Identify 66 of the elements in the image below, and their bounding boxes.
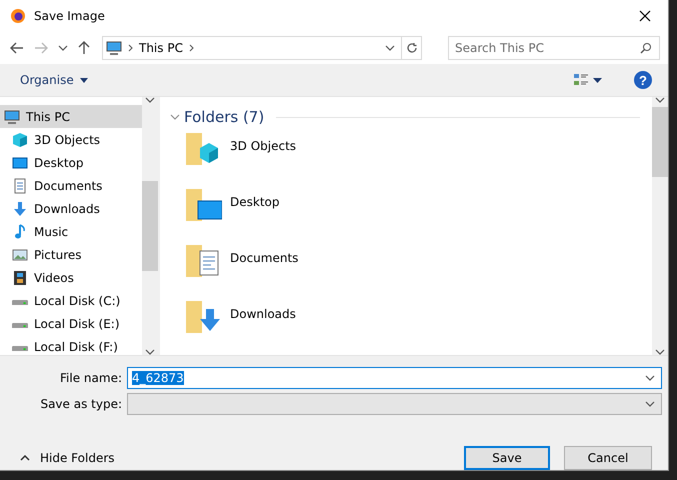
folder-name[interactable]: Documents <box>230 251 298 265</box>
field-label: Save as type: <box>39 397 123 411</box>
drive-icon <box>12 300 28 306</box>
sidebar-item[interactable]: Downloads <box>0 197 142 220</box>
caret-icon <box>593 78 602 82</box>
view-menu-button[interactable] <box>591 76 604 84</box>
sidebar-item[interactable]: Local Disk (E:) <box>0 312 142 335</box>
film-strip-icon <box>12 270 28 286</box>
monitor-icon <box>12 154 28 170</box>
recent-button[interactable] <box>56 43 70 53</box>
back-button[interactable] <box>8 40 26 56</box>
scrollbar[interactable] <box>652 97 668 355</box>
breadcrumb[interactable]: This PC <box>139 41 183 55</box>
chevron-down-icon <box>385 45 395 51</box>
hide-folders-button[interactable]: Hide Folders <box>14 450 121 466</box>
sidebar-item[interactable]: Local Disk (F:) <box>0 335 142 355</box>
chevron-right-icon <box>128 44 133 52</box>
back-arrow-icon <box>10 42 24 54</box>
sidebar-item[interactable]: Local Disk (C:) <box>0 289 142 312</box>
sidebar-item[interactable]: Desktop <box>0 151 142 174</box>
sidebar-item[interactable]: Music <box>0 220 142 243</box>
caret-icon <box>80 78 88 82</box>
document-icon <box>12 178 28 194</box>
cancel-button[interactable]: Cancel <box>564 446 652 470</box>
sidebar-item[interactable]: Documents <box>0 174 142 197</box>
details-view-icon <box>573 72 589 88</box>
folder-name[interactable]: Desktop <box>230 195 280 209</box>
chevron-down-icon[interactable] <box>170 113 180 121</box>
window-title: Save Image <box>34 9 106 23</box>
browser-logo-icon <box>10 8 26 24</box>
folder-name[interactable]: 3D Objects <box>230 139 296 153</box>
refresh-icon <box>406 42 418 54</box>
music-note-icon <box>12 224 28 240</box>
scroll-down-icon <box>655 349 665 355</box>
cube-icon <box>12 132 28 148</box>
sidebar-item[interactable]: Videos <box>0 266 142 289</box>
search-field[interactable]: Search This PC <box>448 36 660 60</box>
up-arrow-icon <box>78 41 90 55</box>
sidebar-item[interactable]: Pictures <box>0 243 142 266</box>
chevron-down-icon <box>58 45 68 51</box>
help-button[interactable]: ? <box>632 69 654 91</box>
chevron-down-icon <box>645 375 655 381</box>
chevron-up-icon <box>20 455 30 461</box>
sidebar-item[interactable]: 3D Objects <box>0 128 142 151</box>
drive-icon <box>12 346 28 352</box>
save-button[interactable]: Save <box>464 446 550 470</box>
down-arrow-icon <box>12 200 28 216</box>
organise-menu-button[interactable]: Organise <box>14 72 94 88</box>
picture-icon <box>12 246 28 262</box>
field-label: File name: <box>59 371 123 385</box>
drive-icon <box>12 322 28 328</box>
forward-arrow-icon <box>34 42 48 54</box>
chevron-down-icon <box>645 401 655 407</box>
search-icon <box>640 42 652 54</box>
scrollbar[interactable] <box>142 97 158 355</box>
address-bar[interactable]: This PC <box>102 36 422 60</box>
chevron-right-icon <box>188 44 194 52</box>
folder-name[interactable]: Downloads <box>230 307 296 321</box>
up-button[interactable] <box>76 39 92 57</box>
sidebar-item[interactable]: This PC <box>0 105 142 128</box>
computer-icon <box>4 108 20 124</box>
scroll-down-icon <box>145 349 155 355</box>
group-heading: Folders (7) <box>184 108 264 126</box>
close-icon <box>639 10 651 22</box>
computer-icon <box>106 40 122 56</box>
file-name-field[interactable]: 4_62873 <box>127 367 662 389</box>
